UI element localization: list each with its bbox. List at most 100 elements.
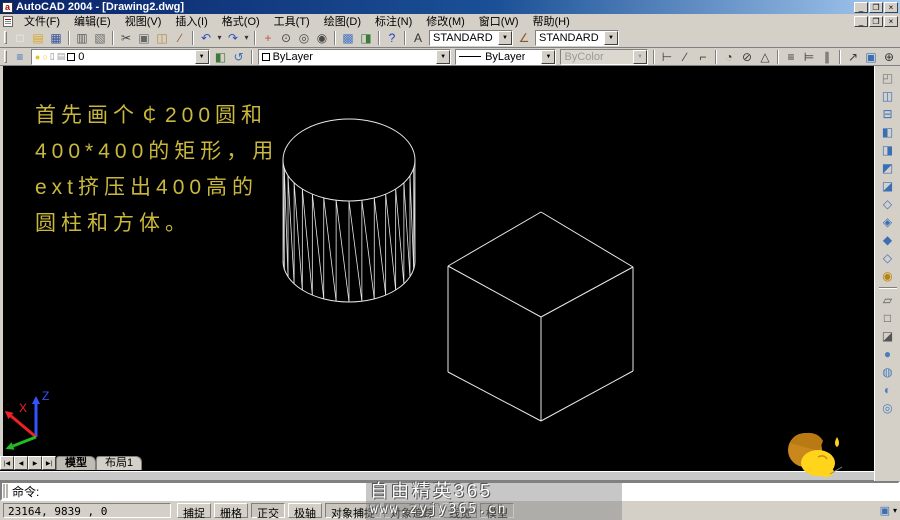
layer-previous-icon[interactable]: ↺: [230, 49, 248, 65]
gouraud-shaded-icon[interactable]: ◍: [878, 363, 898, 381]
dropdown-arrow-icon[interactable]: ▼: [436, 50, 450, 64]
copy-icon[interactable]: ▣: [135, 30, 153, 46]
flat-shaded-icon[interactable]: ●: [878, 345, 898, 363]
horizontal-scrollbar[interactable]: [0, 471, 874, 481]
ortho-toggle[interactable]: 正交: [251, 503, 285, 518]
tolerance-icon[interactable]: ▣: [862, 49, 880, 65]
top-view-icon[interactable]: ◫: [878, 87, 898, 105]
zoom-window-icon[interactable]: ◎: [295, 30, 313, 46]
paste-icon[interactable]: ◫: [153, 30, 171, 46]
undo-icon[interactable]: ↶: [197, 30, 215, 46]
dropdown-arrow-icon[interactable]: ▼: [541, 50, 555, 64]
close-button[interactable]: ×: [884, 2, 898, 13]
nw-isometric-view-icon[interactable]: ◇: [878, 249, 898, 267]
linetype-select[interactable]: ByLayer ▼: [455, 49, 556, 65]
back-view-icon[interactable]: ◪: [878, 177, 898, 195]
document-icon[interactable]: [3, 16, 13, 27]
pan-realtime-icon[interactable]: +: [259, 30, 277, 46]
sw-isometric-view-icon[interactable]: ◇: [878, 195, 898, 213]
right-view-icon[interactable]: ◨: [878, 141, 898, 159]
help-icon[interactable]: ?: [383, 30, 401, 46]
drawing-canvas[interactable]: ZX 首先画个￠200圆和400*400的矩形，用ext挤压出400高的圆柱和方…: [0, 66, 874, 456]
color-select[interactable]: ByLayer ▼: [258, 49, 451, 65]
flat-shaded-edges-icon[interactable]: ◐: [878, 381, 898, 399]
make-object-layer-current-icon[interactable]: ◧: [212, 49, 230, 65]
gouraud-shaded-edges-icon[interactable]: ◎: [878, 399, 898, 417]
menu-tools[interactable]: 工具(T): [267, 13, 317, 29]
zoom-previous-icon[interactable]: ◉: [313, 30, 331, 46]
redo-icon[interactable]: ↷: [224, 30, 242, 46]
undo-dropdown-icon[interactable]: ▾: [215, 30, 224, 46]
cut-icon[interactable]: ✂: [117, 30, 135, 46]
tab-nav-button[interactable]: ◀: [14, 456, 28, 470]
quick-dimension-icon[interactable]: ≡: [782, 49, 800, 65]
polar-toggle[interactable]: 极轴: [288, 503, 322, 518]
tab-layout1[interactable]: 布局1: [96, 456, 142, 470]
se-isometric-view-icon[interactable]: ◈: [878, 213, 898, 231]
designcenter-icon[interactable]: ◨: [357, 30, 375, 46]
menu-dimension[interactable]: 标注(N): [368, 13, 419, 29]
center-mark-icon[interactable]: ⊕: [880, 49, 898, 65]
match-properties-icon[interactable]: ∕: [171, 30, 189, 46]
tab-nav-button[interactable]: |◀: [0, 456, 14, 470]
save-icon[interactable]: ▦: [47, 30, 65, 46]
front-view-icon[interactable]: ◩: [878, 159, 898, 177]
doc-minimize-button[interactable]: _: [854, 16, 868, 27]
snap-toggle[interactable]: 捕捉: [177, 503, 211, 518]
camera-icon[interactable]: ◉: [878, 267, 898, 285]
open-icon[interactable]: ▤: [29, 30, 47, 46]
tab-nav-button[interactable]: ▶: [28, 456, 42, 470]
plot-preview-icon[interactable]: ▧: [91, 30, 109, 46]
menu-modify[interactable]: 修改(M): [419, 13, 472, 29]
menu-format[interactable]: 格式(O): [215, 13, 267, 29]
text-style-select[interactable]: STANDARD ▼: [429, 30, 513, 46]
left-view-icon[interactable]: ◧: [878, 123, 898, 141]
dim-style-icon[interactable]: ∠: [515, 30, 533, 46]
2d-wireframe-icon[interactable]: ▱: [878, 291, 898, 309]
tab-nav-button[interactable]: ▶|: [42, 456, 56, 470]
menu-file[interactable]: 文件(F): [17, 13, 67, 29]
named-views-icon[interactable]: ◰: [878, 69, 898, 87]
communication-center-icon[interactable]: ▣: [880, 504, 890, 517]
dropdown-arrow-icon[interactable]: ▼: [604, 31, 618, 45]
text-style-icon[interactable]: A: [409, 30, 427, 46]
menu-window[interactable]: 窗口(W): [472, 13, 526, 29]
dropdown-arrow-icon[interactable]: ▼: [498, 31, 512, 45]
doc-close-button[interactable]: ×: [884, 16, 898, 27]
linear-dimension-icon[interactable]: ⊢: [658, 49, 676, 65]
continue-dimension-icon[interactable]: ∥: [818, 49, 836, 65]
aligned-dimension-icon[interactable]: ∕: [676, 49, 694, 65]
ordinate-dimension-icon[interactable]: ⌐: [694, 49, 712, 65]
3d-wireframe-icon[interactable]: □: [878, 309, 898, 327]
diameter-dimension-icon[interactable]: ⊘: [738, 49, 756, 65]
command-grip[interactable]: [3, 484, 8, 498]
toolbar-grip[interactable]: [4, 50, 7, 63]
tab-model[interactable]: 模型: [56, 456, 96, 470]
dropdown-arrow-icon[interactable]: ▼: [633, 50, 647, 64]
lineweight-select[interactable]: ByColor ▼: [560, 49, 648, 65]
layer-manager-icon[interactable]: ≡: [11, 49, 29, 65]
status-menu-arrow-icon[interactable]: ▾: [893, 506, 897, 515]
menu-draw[interactable]: 绘图(D): [317, 13, 368, 29]
doc-restore-button[interactable]: ❐: [869, 16, 883, 27]
menu-help[interactable]: 帮助(H): [526, 13, 577, 29]
ne-isometric-view-icon[interactable]: ◆: [878, 231, 898, 249]
restore-button[interactable]: ❐: [869, 2, 883, 13]
dropdown-arrow-icon[interactable]: ▼: [195, 50, 209, 64]
redo-dropdown-icon[interactable]: ▾: [242, 30, 251, 46]
new-icon[interactable]: □: [11, 30, 29, 46]
menu-view[interactable]: 视图(V): [118, 13, 169, 29]
layer-select[interactable]: ●○▯▤ 0 ▼: [31, 49, 210, 65]
minimize-button[interactable]: _: [854, 2, 868, 13]
menu-edit[interactable]: 编辑(E): [67, 13, 118, 29]
dim-style-select[interactable]: STANDARD ▼: [535, 30, 619, 46]
bottom-view-icon[interactable]: ⊟: [878, 105, 898, 123]
hidden-icon[interactable]: ◪: [878, 327, 898, 345]
zoom-realtime-icon[interactable]: ⊙: [277, 30, 295, 46]
properties-icon[interactable]: ▩: [339, 30, 357, 46]
radius-dimension-icon[interactable]: ◔: [720, 49, 738, 65]
quick-leader-icon[interactable]: ↗: [844, 49, 862, 65]
grid-toggle[interactable]: 栅格: [214, 503, 248, 518]
baseline-dimension-icon[interactable]: ⊨: [800, 49, 818, 65]
menu-insert[interactable]: 插入(I): [168, 13, 214, 29]
